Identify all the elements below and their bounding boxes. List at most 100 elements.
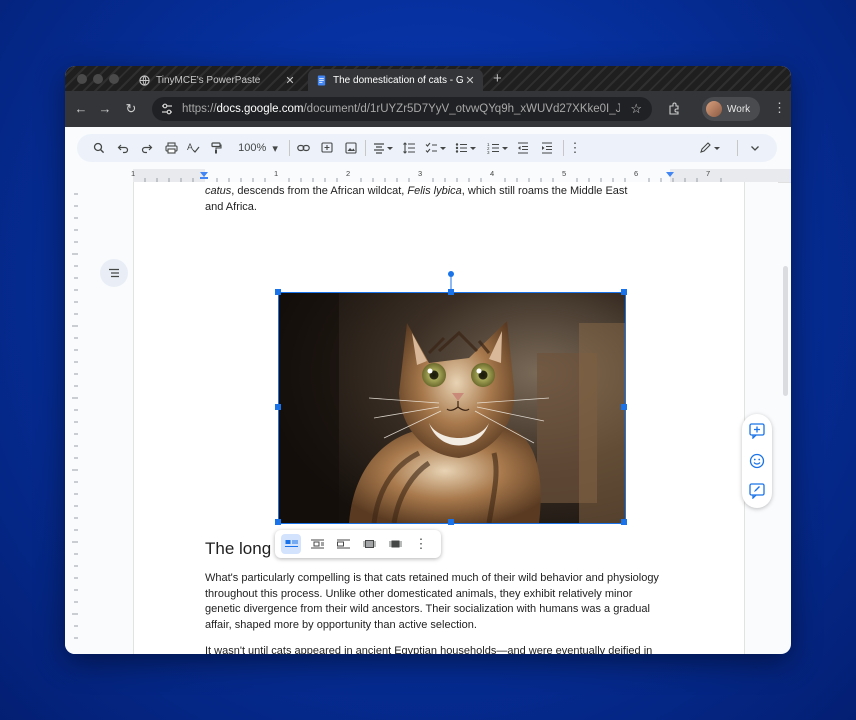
- document-outline-button[interactable]: [100, 259, 128, 287]
- paragraph[interactable]: It wasn't until cats appeared in ancient…: [205, 644, 670, 654]
- browser-menu-icon[interactable]: ⋮: [773, 100, 786, 116]
- google-docs-icon: [317, 74, 326, 86]
- profile-button[interactable]: Work: [702, 97, 760, 121]
- vertical-ruler[interactable]: [65, 182, 78, 654]
- close-window-dot[interactable]: [77, 74, 87, 84]
- url-text: https://docs.google.com/document/d/1rUYZ…: [182, 103, 620, 115]
- increase-indent-icon[interactable]: [539, 140, 555, 156]
- resize-handle[interactable]: [621, 519, 627, 525]
- resize-handle[interactable]: [275, 289, 281, 295]
- horizontal-ruler[interactable]: 1 1 2 3 4 5 6 7: [65, 169, 791, 183]
- in-front-of-text-button[interactable]: [385, 534, 405, 554]
- close-tab-icon[interactable]: ✕: [283, 74, 297, 87]
- tab-powerpaste[interactable]: TinyMCE's PowerPaste ✕: [131, 69, 303, 91]
- break-text-button[interactable]: [333, 534, 353, 554]
- site-settings-icon[interactable]: [160, 102, 174, 116]
- zoom-value: 100%: [238, 142, 267, 154]
- spellcheck-icon[interactable]: A: [185, 140, 201, 156]
- editing-mode-select[interactable]: [697, 140, 723, 156]
- svg-text:A: A: [187, 142, 193, 152]
- behind-text-button[interactable]: [359, 534, 379, 554]
- decrease-indent-icon[interactable]: [515, 140, 531, 156]
- paint-format-icon[interactable]: [208, 140, 224, 156]
- add-comment-icon[interactable]: [749, 423, 765, 439]
- toolbar-divider: [365, 140, 366, 156]
- paragraph[interactable]: What's particularly compelling is that c…: [205, 571, 670, 633]
- toolbar-divider: [289, 140, 290, 156]
- new-tab-icon[interactable]: +: [493, 70, 502, 87]
- checklist-select[interactable]: [423, 140, 449, 156]
- wrap-text-button[interactable]: [307, 534, 327, 554]
- docs-toolbar: A 100% ▾ 123 ⋮: [65, 127, 791, 169]
- resize-handle[interactable]: [621, 404, 627, 410]
- more-image-options-icon[interactable]: ⋮: [411, 534, 431, 554]
- heading-text-start: The long: [205, 539, 272, 558]
- rotate-handle[interactable]: [447, 270, 455, 292]
- ruler-number: 2: [346, 169, 351, 178]
- ruler-number: 1: [131, 169, 136, 178]
- redo-icon[interactable]: [139, 140, 155, 156]
- undo-icon[interactable]: [115, 140, 131, 156]
- bulleted-list-select[interactable]: [453, 140, 479, 156]
- ruler-number: 1: [274, 169, 279, 178]
- align-select[interactable]: [371, 140, 397, 156]
- reload-icon[interactable]: ↻: [123, 101, 139, 117]
- zoom-select[interactable]: 100% ▾: [232, 140, 284, 156]
- more-tools-icon[interactable]: ⋮: [569, 140, 582, 156]
- suggest-edits-icon[interactable]: [749, 483, 765, 499]
- url-prefix: https://: [182, 103, 217, 115]
- back-icon[interactable]: ←: [73, 101, 89, 116]
- vertical-scrollbar[interactable]: [783, 266, 788, 396]
- ruler-number: 4: [490, 169, 495, 178]
- window-controls: [77, 74, 119, 84]
- minimize-window-dot[interactable]: [93, 74, 103, 84]
- close-tab-icon[interactable]: ✕: [463, 74, 477, 87]
- paragraph-text: , which still roams the Middle East: [461, 185, 628, 197]
- browser-window: TinyMCE's PowerPaste ✕ The domestication…: [65, 66, 791, 654]
- ruler-number: 7: [706, 169, 711, 178]
- toolbar-divider: [563, 140, 564, 156]
- outline-list-icon: [109, 268, 119, 278]
- url-domain: docs.google.com: [216, 103, 304, 115]
- url-path: /document/d/1rUYZr5D7YyV_otvwQYq9h_xWUVd…: [303, 103, 621, 115]
- document-canvas: catus, descends from the African wildcat…: [78, 182, 778, 654]
- tab-title: TinyMCE's PowerPaste: [156, 74, 261, 86]
- search-menus-icon[interactable]: [91, 140, 107, 156]
- ruler-number: 5: [562, 169, 567, 178]
- paragraph-text: and Africa.: [205, 200, 257, 213]
- resize-handle[interactable]: [621, 289, 627, 295]
- profile-label: Work: [727, 103, 751, 115]
- insert-link-icon[interactable]: [295, 140, 311, 156]
- inline-wrap-button[interactable]: [281, 534, 301, 554]
- maximize-window-dot[interactable]: [109, 74, 119, 84]
- tab-strip: TinyMCE's PowerPaste ✕ The domestication…: [65, 66, 791, 91]
- resize-handle[interactable]: [275, 519, 281, 525]
- bookmark-star-icon[interactable]: ☆: [630, 101, 642, 117]
- toolbar-pill: A 100% ▾ 123 ⋮: [77, 134, 777, 162]
- navigation-bar: ← → ↻ https://docs.google.com/document/d…: [65, 91, 791, 127]
- add-comment-icon[interactable]: [319, 140, 335, 156]
- resize-handle[interactable]: [448, 519, 454, 525]
- avatar: [706, 101, 722, 117]
- svg-text:3: 3: [487, 150, 490, 154]
- cat-image[interactable]: [278, 292, 626, 524]
- paragraph-text: , descends from the African wildcat,: [231, 185, 408, 197]
- ruler-number: 3: [418, 169, 423, 178]
- add-emoji-reaction-icon[interactable]: [749, 453, 765, 469]
- resize-handle[interactable]: [275, 404, 281, 410]
- tab-domestication-of-cats[interactable]: The domestication of cats - G ✕: [308, 69, 483, 91]
- extensions-icon[interactable]: [667, 102, 681, 116]
- address-bar[interactable]: https://docs.google.com/document/d/1rUYZ…: [152, 97, 652, 121]
- line-spacing-icon[interactable]: [401, 140, 417, 156]
- insert-image-icon[interactable]: [343, 140, 359, 156]
- forward-icon[interactable]: →: [97, 101, 113, 116]
- hide-menus-chevron-icon[interactable]: [747, 140, 763, 156]
- print-icon[interactable]: [163, 140, 179, 156]
- tab-title: The domestication of cats - G: [333, 74, 463, 86]
- image-options-toolbar: ⋮: [275, 530, 441, 558]
- cat-photo: [279, 293, 625, 523]
- numbered-list-select[interactable]: 123: [485, 140, 511, 156]
- side-actions-panel: [742, 414, 772, 508]
- intro-paragraph[interactable]: catus, descends from the African wildcat…: [205, 184, 670, 215]
- vertical-ruler-ticks: [72, 193, 78, 639]
